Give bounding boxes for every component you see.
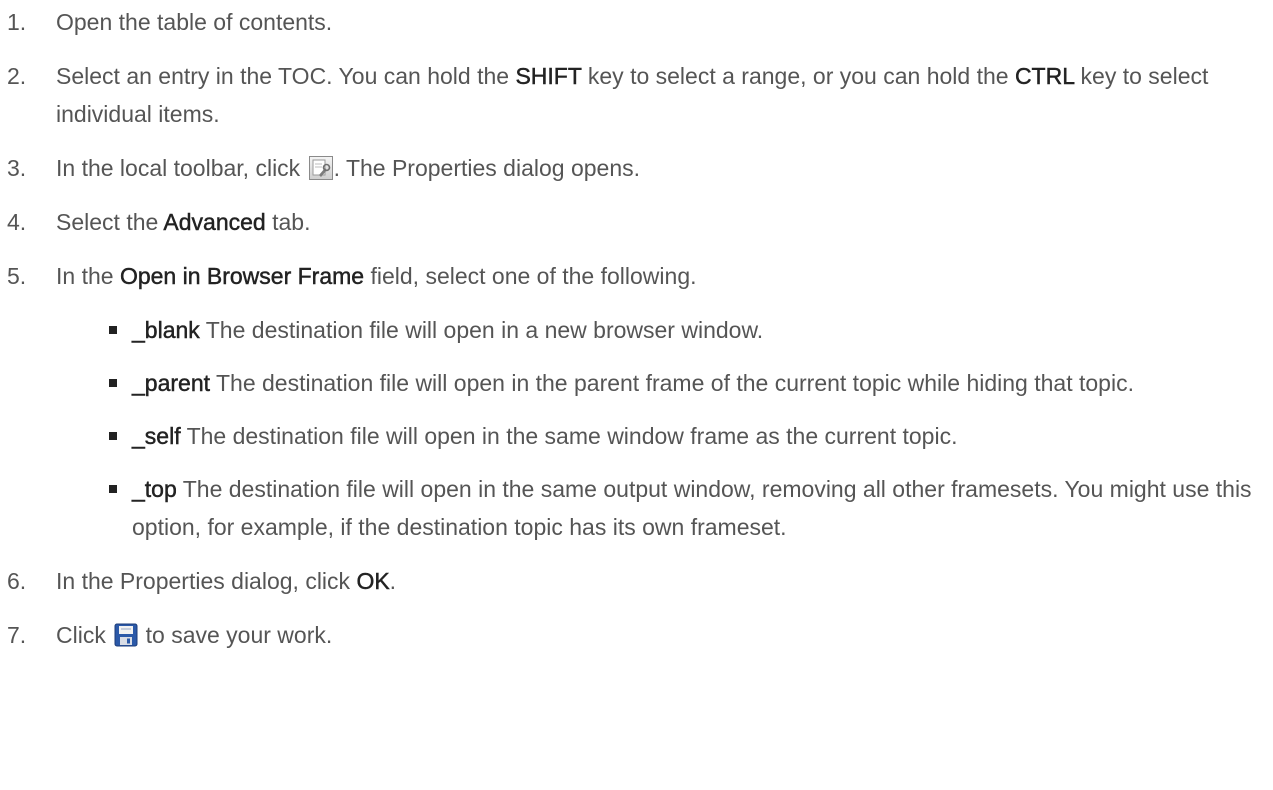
step-number: 4. xyxy=(7,209,27,235)
ui-term: Open in Browser Frame xyxy=(119,263,365,289)
ui-term: Advanced xyxy=(163,209,266,235)
step-body: Select the Advanced tab. xyxy=(56,203,1262,241)
step-number: 2. xyxy=(7,63,27,89)
step-text: In the Properties dialog, click xyxy=(56,568,357,594)
step-body: In the Open in Browser Frame field, sele… xyxy=(56,257,1262,295)
step-item: 1. Open the table of contents. xyxy=(0,3,1262,41)
step-item: 6. In the Properties dialog, click OK. xyxy=(0,562,1262,600)
square-bullet-icon xyxy=(109,379,117,387)
ui-term: OK xyxy=(356,568,390,594)
step-text: tab. xyxy=(265,209,311,235)
step-text: Select an entry in the TOC. You can hold… xyxy=(56,63,516,89)
step-item: 7. Click to save your work. xyxy=(0,616,1262,654)
option-term: _top xyxy=(132,476,177,502)
step-item: 5. In the Open in Browser Frame field, se… xyxy=(0,257,1262,546)
procedure-document: 1. Open the table of contents. 2. Select an… xyxy=(0,0,1273,790)
option-description: The destination file will open in the sa… xyxy=(132,476,1252,540)
ui-term: SHIFT xyxy=(515,63,582,89)
step-number: 7. xyxy=(7,622,27,648)
step-text: Click xyxy=(56,622,113,648)
square-bullet-icon xyxy=(109,326,117,334)
step-text: In the xyxy=(56,263,120,289)
step-number: 5. xyxy=(7,263,27,289)
step-number: 3. xyxy=(7,155,27,181)
step-text: . The Properties dialog opens. xyxy=(333,155,641,181)
option-description: The destination file will open in a new … xyxy=(199,317,764,343)
step-body: Select an entry in the TOC. You can hold… xyxy=(56,57,1262,133)
step-text: Select the xyxy=(56,209,164,235)
step-body: In the Properties dialog, click OK. xyxy=(56,562,1262,600)
ui-term: CTRL xyxy=(1014,63,1075,89)
step-text: In the local toolbar, click xyxy=(56,155,307,181)
frame-option-item: _parent The destination file will open i… xyxy=(56,364,1262,402)
save-icon xyxy=(114,623,138,647)
steps-list: 1. Open the table of contents. 2. Select an… xyxy=(0,0,1262,654)
step-item: 4. Select the Advanced tab. xyxy=(0,203,1262,241)
step-body: Click to save your work. xyxy=(56,616,1262,654)
step-text: . xyxy=(389,568,397,594)
step-text: to save your work. xyxy=(139,622,333,648)
square-bullet-icon xyxy=(109,432,117,440)
option-description: The destination file will open in the sa… xyxy=(180,423,958,449)
option-description: The destination file will open in the pa… xyxy=(210,370,1134,396)
step-body: Open the table of contents. xyxy=(56,3,1262,41)
step-number: 6. xyxy=(7,568,27,594)
square-bullet-icon xyxy=(109,485,117,493)
step-body: In the local toolbar, click . The Proper… xyxy=(56,149,1262,187)
frame-option-item: _blank The destination file will open in… xyxy=(56,311,1262,349)
frame-option-item: _self The destination file will open in … xyxy=(56,417,1262,455)
step-item: 3. In the local toolbar, click . The Prop… xyxy=(0,149,1262,187)
option-term: _blank xyxy=(132,317,200,343)
step-item: 2. Select an entry in the TOC. You can ho… xyxy=(0,57,1262,133)
step-number: 1. xyxy=(7,9,27,35)
frame-options-list: _blank The destination file will open in… xyxy=(56,311,1262,546)
step-text: key to select a range, or you can hold t… xyxy=(581,63,1015,89)
properties-icon xyxy=(308,156,333,180)
option-term: _self xyxy=(132,423,181,449)
option-term: _parent xyxy=(132,370,211,396)
frame-option-item: _top The destination file will open in t… xyxy=(56,470,1262,546)
step-text: field, select one of the following. xyxy=(364,263,697,289)
step-text: Open the table of contents. xyxy=(56,9,333,35)
